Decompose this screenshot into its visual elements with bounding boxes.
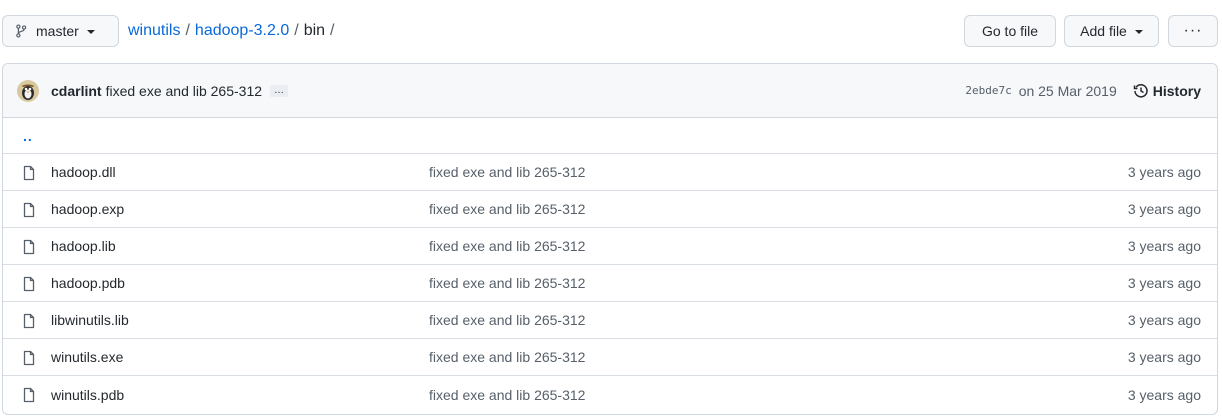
latest-commit-bar: cdarlint fixed exe and lib 265-312 … 2eb… bbox=[3, 64, 1217, 118]
avatar[interactable] bbox=[17, 79, 39, 102]
file-name-link[interactable]: winutils.exe bbox=[51, 349, 123, 365]
file-icon bbox=[21, 313, 37, 329]
breadcrumb-separator: / bbox=[330, 22, 335, 39]
history-link[interactable]: History bbox=[1133, 83, 1201, 99]
commit-date: on 25 Mar 2019 bbox=[1018, 82, 1117, 99]
file-age: 3 years ago bbox=[1127, 349, 1201, 365]
file-icon bbox=[21, 350, 37, 366]
file-name-link[interactable]: hadoop.lib bbox=[51, 238, 116, 254]
table-row: hadoop.dll fixed exe and lib 265-312 3 yea… bbox=[3, 154, 1217, 191]
file-age: 3 years ago bbox=[1127, 238, 1201, 254]
file-commit-message-link[interactable]: fixed exe and lib 265-312 bbox=[429, 275, 585, 291]
table-row: winutils.pdb fixed exe and lib 265-312 3 y… bbox=[3, 376, 1217, 413]
file-icon bbox=[21, 276, 37, 292]
table-row: hadoop.pdb fixed exe and lib 265-312 3 yea… bbox=[3, 265, 1217, 302]
branch-label: master bbox=[36, 23, 79, 39]
file-commit-message-link[interactable]: fixed exe and lib 265-312 bbox=[429, 349, 585, 365]
git-branch-icon bbox=[15, 24, 27, 38]
breadcrumb-repo-link[interactable]: winutils bbox=[128, 22, 180, 40]
file-age: 3 years ago bbox=[1127, 164, 1201, 180]
file-commit-message-link[interactable]: fixed exe and lib 265-312 bbox=[429, 164, 585, 180]
file-commit-message-link[interactable]: fixed exe and lib 265-312 bbox=[429, 387, 585, 403]
parent-directory-link[interactable]: .. bbox=[3, 118, 1217, 154]
add-file-label: Add file bbox=[1080, 23, 1127, 39]
file-age: 3 years ago bbox=[1127, 312, 1201, 328]
file-list: hadoop.dll fixed exe and lib 265-312 3 yea… bbox=[3, 154, 1217, 413]
commit-meta: 2ebde7c on 25 Mar 2019 History bbox=[965, 83, 1201, 99]
breadcrumb-separator: / bbox=[294, 22, 299, 39]
file-actions: Go to file Add file ··· bbox=[964, 15, 1218, 47]
chevron-down-icon bbox=[86, 30, 95, 34]
file-icon bbox=[21, 387, 37, 403]
file-name-link[interactable]: libwinutils.lib bbox=[51, 312, 129, 328]
file-age: 3 years ago bbox=[1127, 386, 1201, 403]
breadcrumb-current: bin bbox=[303, 22, 326, 39]
expand-commit-button[interactable]: … bbox=[270, 84, 289, 97]
table-row: hadoop.exp fixed exe and lib 265-312 3 yea… bbox=[3, 191, 1217, 228]
add-file-button[interactable]: Add file bbox=[1064, 15, 1159, 47]
file-icon bbox=[21, 239, 37, 255]
commit-author-link[interactable]: cdarlint bbox=[51, 83, 102, 99]
table-row: hadoop.lib fixed exe and lib 265-312 3 yea… bbox=[3, 228, 1217, 265]
file-browser: cdarlint fixed exe and lib 265-312 … 2eb… bbox=[2, 63, 1218, 415]
breadcrumb-folder-link[interactable]: hadoop-3.2.0 bbox=[195, 22, 289, 40]
history-icon bbox=[1133, 83, 1149, 99]
more-options-button[interactable]: ··· bbox=[1168, 15, 1218, 47]
file-age: 3 years ago bbox=[1127, 275, 1201, 291]
branch-select-button[interactable]: master bbox=[2, 15, 119, 47]
go-to-file-button[interactable]: Go to file bbox=[964, 15, 1056, 47]
file-name-link[interactable]: hadoop.exp bbox=[51, 201, 124, 217]
file-commit-message-link[interactable]: fixed exe and lib 265-312 bbox=[429, 238, 585, 254]
table-row: libwinutils.lib fixed exe and lib 265-312… bbox=[3, 302, 1217, 339]
chevron-down-icon bbox=[1134, 30, 1143, 34]
file-name-link[interactable]: hadoop.pdb bbox=[51, 275, 125, 291]
breadcrumb-separator: / bbox=[185, 22, 190, 39]
breadcrumb: winutils / hadoop-3.2.0 / bin / bbox=[128, 22, 340, 40]
file-icon bbox=[21, 165, 37, 181]
history-label: History bbox=[1152, 82, 1201, 99]
commit-sha-link[interactable]: 2ebde7c bbox=[965, 84, 1011, 97]
file-name-link[interactable]: hadoop.dll bbox=[51, 164, 116, 180]
file-commit-message-link[interactable]: fixed exe and lib 265-312 bbox=[429, 201, 585, 217]
file-commit-message-link[interactable]: fixed exe and lib 265-312 bbox=[429, 312, 585, 328]
repo-toolbar: master winutils / hadoop-3.2.0 / bin / G… bbox=[2, 15, 1218, 47]
file-icon bbox=[21, 202, 37, 218]
table-row: winutils.exe fixed exe and lib 265-312 3 y… bbox=[3, 339, 1217, 376]
file-age: 3 years ago bbox=[1127, 201, 1201, 217]
commit-message-link[interactable]: fixed exe and lib 265-312 bbox=[106, 83, 262, 99]
file-name-link[interactable]: winutils.pdb bbox=[51, 387, 124, 403]
